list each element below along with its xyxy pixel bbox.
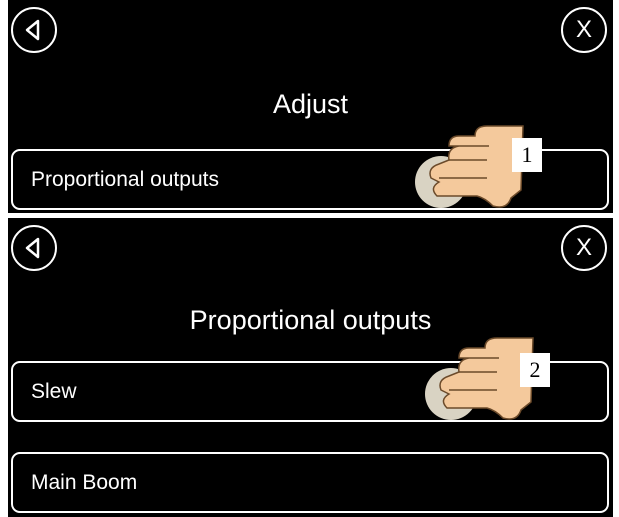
page-title: Adjust <box>272 89 349 119</box>
proportional-outputs-screen: X Proportional outputs Slew Main Boom 2 <box>8 218 613 517</box>
close-button[interactable]: X <box>561 7 607 53</box>
close-label: X <box>575 234 592 261</box>
chevron-left-icon <box>25 19 40 41</box>
back-button[interactable] <box>11 7 57 53</box>
hand-icon <box>429 125 524 208</box>
adjust-screen: X Adjust Proportional outputs 1 <box>8 0 613 213</box>
chevron-left-icon <box>25 237 40 259</box>
close-label: X <box>575 16 592 43</box>
step-marker: 2 <box>520 353 550 387</box>
menu-item-label: Main Boom <box>31 471 138 494</box>
menu-item-label: Proportional outputs <box>31 168 219 191</box>
back-button[interactable] <box>11 225 57 271</box>
close-button[interactable]: X <box>561 225 607 271</box>
step-marker: 1 <box>512 138 542 172</box>
menu-item-label: Slew <box>31 380 77 403</box>
menu-item-main-boom[interactable]: Main Boom <box>11 452 609 513</box>
